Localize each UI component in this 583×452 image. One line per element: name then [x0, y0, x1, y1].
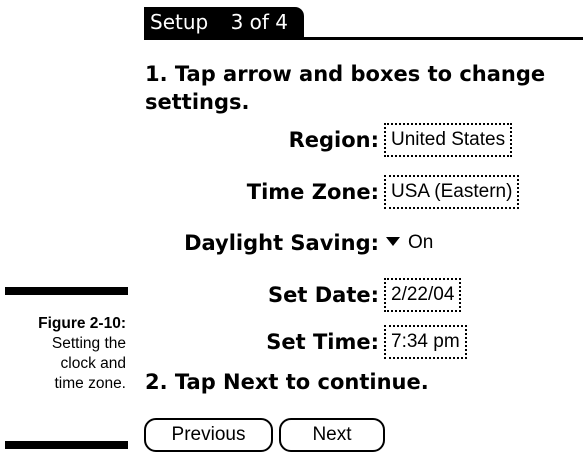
title-rule: [144, 37, 583, 40]
region-label: Region:: [288, 128, 379, 152]
date-selector[interactable]: 2/22/04: [384, 278, 462, 312]
instruction-step-1: 1. Tap arrow and boxes to change setting…: [145, 62, 546, 114]
triangle-down-icon: [386, 236, 400, 246]
caption-rule-top: [5, 287, 128, 295]
caption-rule-bottom: [5, 441, 128, 449]
caption-line: clock and: [60, 355, 126, 372]
set-time-label: Set Time:: [266, 330, 379, 354]
title-tab: Setup 3 of 4: [144, 7, 305, 37]
time-zone-label: Time Zone:: [246, 180, 379, 204]
step-indicator: 3 of 4: [230, 10, 289, 34]
daylight-saving-value: On: [408, 232, 434, 253]
figure-label: Figure 2-10:: [38, 315, 126, 332]
daylight-saving-dropdown[interactable]: On: [384, 230, 433, 256]
next-button[interactable]: Next: [279, 418, 385, 452]
caption-line: time zone.: [54, 375, 126, 392]
set-date-label: Set Date:: [268, 283, 379, 307]
caption-line: Setting the: [51, 335, 126, 352]
figure-caption: Figure 2-10: Setting the clock and time …: [0, 314, 126, 394]
time-selector[interactable]: 7:34 pm: [384, 325, 467, 359]
region-selector[interactable]: United States: [384, 123, 513, 157]
page-title: Setup: [150, 10, 209, 34]
instruction-step-2: 2. Tap Next to continue.: [145, 370, 429, 394]
time-zone-selector[interactable]: USA (Eastern): [384, 175, 520, 209]
setup-screen: Setup 3 of 4 1. Tap arrow and boxes to c…: [142, 0, 583, 452]
daylight-saving-label: Daylight Saving:: [184, 231, 379, 255]
previous-button[interactable]: Previous: [144, 418, 273, 452]
